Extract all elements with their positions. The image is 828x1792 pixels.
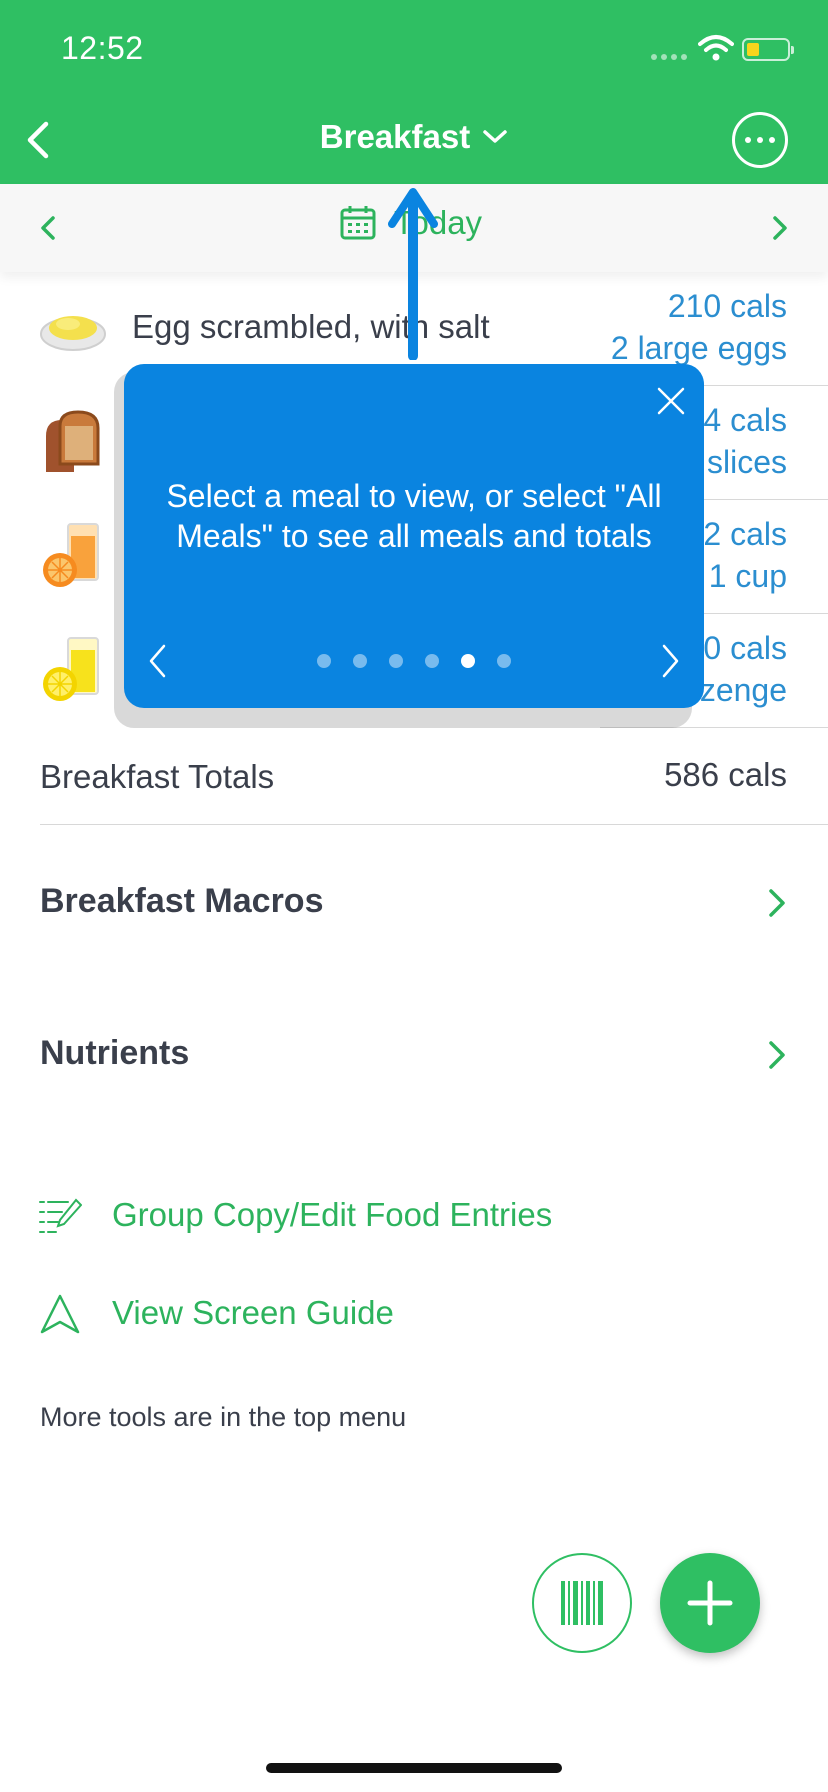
chevron-down-icon (483, 130, 507, 143)
macros-label: Breakfast Macros (40, 882, 324, 920)
food-calories: 210 cals (667, 288, 787, 324)
barcode-scan-button[interactable] (532, 1553, 632, 1653)
tooltip-page-dot[interactable] (461, 654, 475, 668)
group-copy-edit-button[interactable]: Group Copy/Edit Food Entries (38, 1186, 598, 1246)
chevron-right-icon (769, 889, 785, 917)
scrambled-egg-icon (40, 316, 106, 351)
food-quantity: 1 cup (708, 558, 787, 594)
orange-juice-icon (43, 523, 99, 587)
tooltip-page-dots (124, 654, 704, 668)
more-options-button[interactable] (732, 112, 788, 168)
food-calories: 4 cals (703, 402, 787, 438)
top-bar: 12:52 Breakfast (0, 0, 828, 184)
totals-label: Breakfast Totals (40, 758, 275, 795)
cellular-signal-icon (651, 54, 691, 62)
food-calories: 2 cals (703, 516, 787, 552)
wifi-icon (698, 35, 734, 61)
barcode-icon (561, 1581, 603, 1625)
calendar-icon (340, 206, 376, 240)
status-time: 12:52 (61, 30, 144, 66)
screen-guide-label: View Screen Guide (112, 1294, 394, 1331)
breakfast-macros-link[interactable]: Breakfast Macros (40, 872, 788, 932)
meal-selector[interactable]: Breakfast (0, 118, 828, 156)
food-calories: 0 cals (703, 630, 787, 666)
hint-text: More tools are in the top menu (40, 1402, 407, 1432)
next-day-button[interactable] (768, 208, 792, 248)
lemonade-icon (43, 637, 99, 701)
food-quantity: 2 large eggs (610, 330, 787, 366)
view-screen-guide-button[interactable]: View Screen Guide (38, 1284, 418, 1344)
battery-icon (742, 38, 794, 61)
tooltip-page-dot[interactable] (389, 654, 403, 668)
page-title: Breakfast (319, 118, 471, 155)
screen-guide-tooltip: Select a meal to view, or select "All Me… (124, 364, 704, 708)
tooltip-page-dot[interactable] (425, 654, 439, 668)
group-copy-label: Group Copy/Edit Food Entries (112, 1196, 553, 1233)
plus-icon (687, 1580, 733, 1626)
tooltip-page-dot[interactable] (317, 654, 331, 668)
nutrients-link[interactable]: Nutrients (40, 1024, 788, 1084)
tooltip-page-dot[interactable] (353, 654, 367, 668)
pointer-arrow-icon (388, 188, 438, 360)
totals-value: 586 cals (664, 756, 787, 793)
navigation-arrow-icon (40, 1294, 80, 1334)
chevron-right-icon (769, 1041, 785, 1069)
tooltip-page-dot[interactable] (497, 654, 511, 668)
toast-icon (46, 410, 100, 472)
previous-day-button[interactable] (36, 208, 60, 248)
meal-totals-row: Breakfast Totals 586 cals (40, 730, 828, 825)
nutrients-label: Nutrients (40, 1034, 190, 1072)
close-icon[interactable] (656, 386, 686, 416)
tooltip-next-button[interactable] (658, 642, 682, 680)
food-quantity: slices (706, 444, 787, 480)
tooltip-text: Select a meal to view, or select "All Me… (166, 478, 662, 554)
home-indicator (266, 1763, 562, 1773)
edit-list-icon (39, 1198, 82, 1233)
add-food-button[interactable] (660, 1553, 760, 1653)
